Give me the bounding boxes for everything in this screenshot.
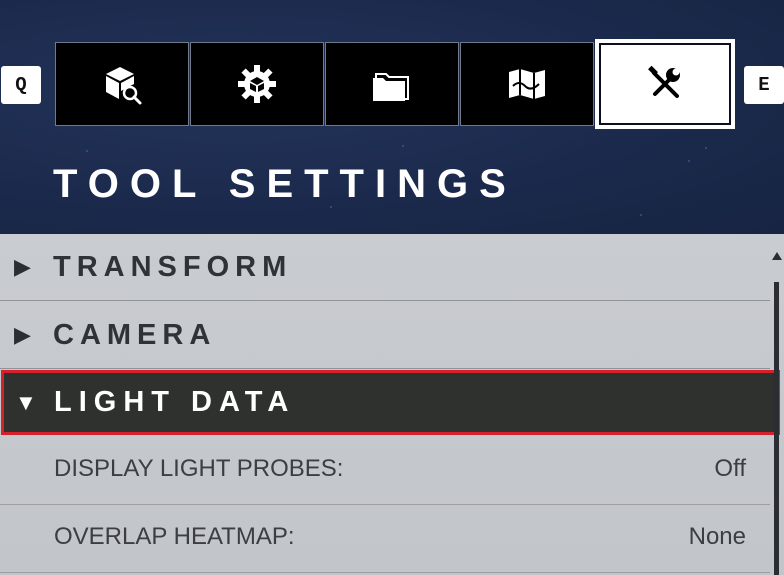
- scroll-thumb[interactable]: [774, 282, 779, 575]
- section-label: TRANSFORM: [53, 250, 293, 283]
- header: Q E TOOL SETTINGS: [0, 0, 784, 234]
- setting-name: OVERLAP HEATMAP:: [54, 523, 295, 550]
- collapse-arrow-icon: ▼: [15, 389, 37, 415]
- setting-name: DISPLAY LIGHT PROBES:: [54, 455, 344, 482]
- section-camera[interactable]: ▶ CAMERA: [0, 302, 770, 369]
- setting-display-light-probes[interactable]: DISPLAY LIGHT PROBES: Off: [0, 437, 770, 505]
- tab-file-browser[interactable]: [325, 42, 459, 126]
- settings-panel: ▶ TRANSFORM ▶ CAMERA ▼ LIGHT DATA DISPLA…: [0, 234, 784, 575]
- folder-icon: [373, 73, 409, 101]
- setting-value[interactable]: Off: [714, 455, 746, 483]
- tool-tab-bar: [55, 39, 736, 129]
- tab-object-settings[interactable]: [190, 42, 324, 126]
- setting-value[interactable]: None: [689, 523, 746, 551]
- section-label: LIGHT DATA: [54, 386, 296, 418]
- expand-arrow-icon: ▶: [14, 322, 31, 347]
- scrollbar[interactable]: [771, 234, 784, 575]
- page-title: TOOL SETTINGS: [53, 162, 517, 206]
- gear-cube-icon: [238, 65, 276, 103]
- section-transform[interactable]: ▶ TRANSFORM: [0, 234, 770, 301]
- expand-arrow-icon: ▶: [14, 254, 31, 279]
- tab-tool-settings[interactable]: [595, 39, 735, 129]
- cube-search-icon: [106, 67, 142, 105]
- tools-icon: [648, 65, 680, 98]
- map-icon: [509, 69, 545, 99]
- setting-overlap-heatmap[interactable]: OVERLAP HEATMAP: None: [0, 505, 770, 573]
- scroll-up-arrow-icon[interactable]: [772, 252, 782, 260]
- next-tab-key-hint[interactable]: E: [744, 66, 784, 104]
- tab-asset-browser[interactable]: [55, 42, 189, 126]
- prev-tab-key-hint[interactable]: Q: [1, 66, 41, 104]
- section-label: CAMERA: [53, 318, 217, 351]
- tab-map[interactable]: [460, 42, 594, 126]
- section-light-data[interactable]: ▼ LIGHT DATA: [1, 370, 780, 435]
